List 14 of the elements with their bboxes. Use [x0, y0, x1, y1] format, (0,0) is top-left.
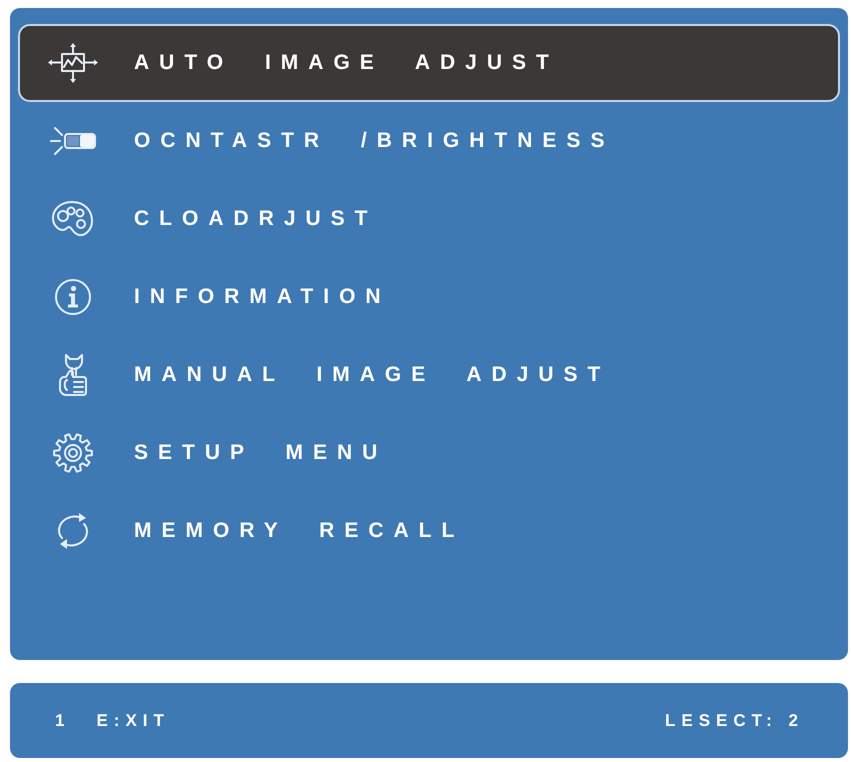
image-arrows-icon: [47, 42, 99, 84]
exit-label: E:XIT: [96, 710, 170, 730]
menu-item[interactable]: AUTO IMAGE ADJUST: [18, 24, 840, 102]
info-icon: [53, 277, 93, 317]
menu-item[interactable]: MANUAL IMAGE ADJUST: [18, 336, 840, 414]
menu-item[interactable]: OCNTASTR /BRIGHTNESS: [18, 102, 840, 180]
select-label: LESECT: 2: [664, 710, 804, 730]
settings-icon: [52, 432, 94, 474]
menu-item[interactable]: INFORMATION: [18, 258, 840, 336]
menu-item[interactable]: CLOADRJUST: [18, 180, 840, 258]
menu-item[interactable]: MEMORY RECALL: [18, 492, 840, 570]
exit-key-label: 1: [55, 710, 70, 730]
palette-icon: [50, 199, 96, 239]
menu-item[interactable]: SETUP MENU: [18, 414, 840, 492]
